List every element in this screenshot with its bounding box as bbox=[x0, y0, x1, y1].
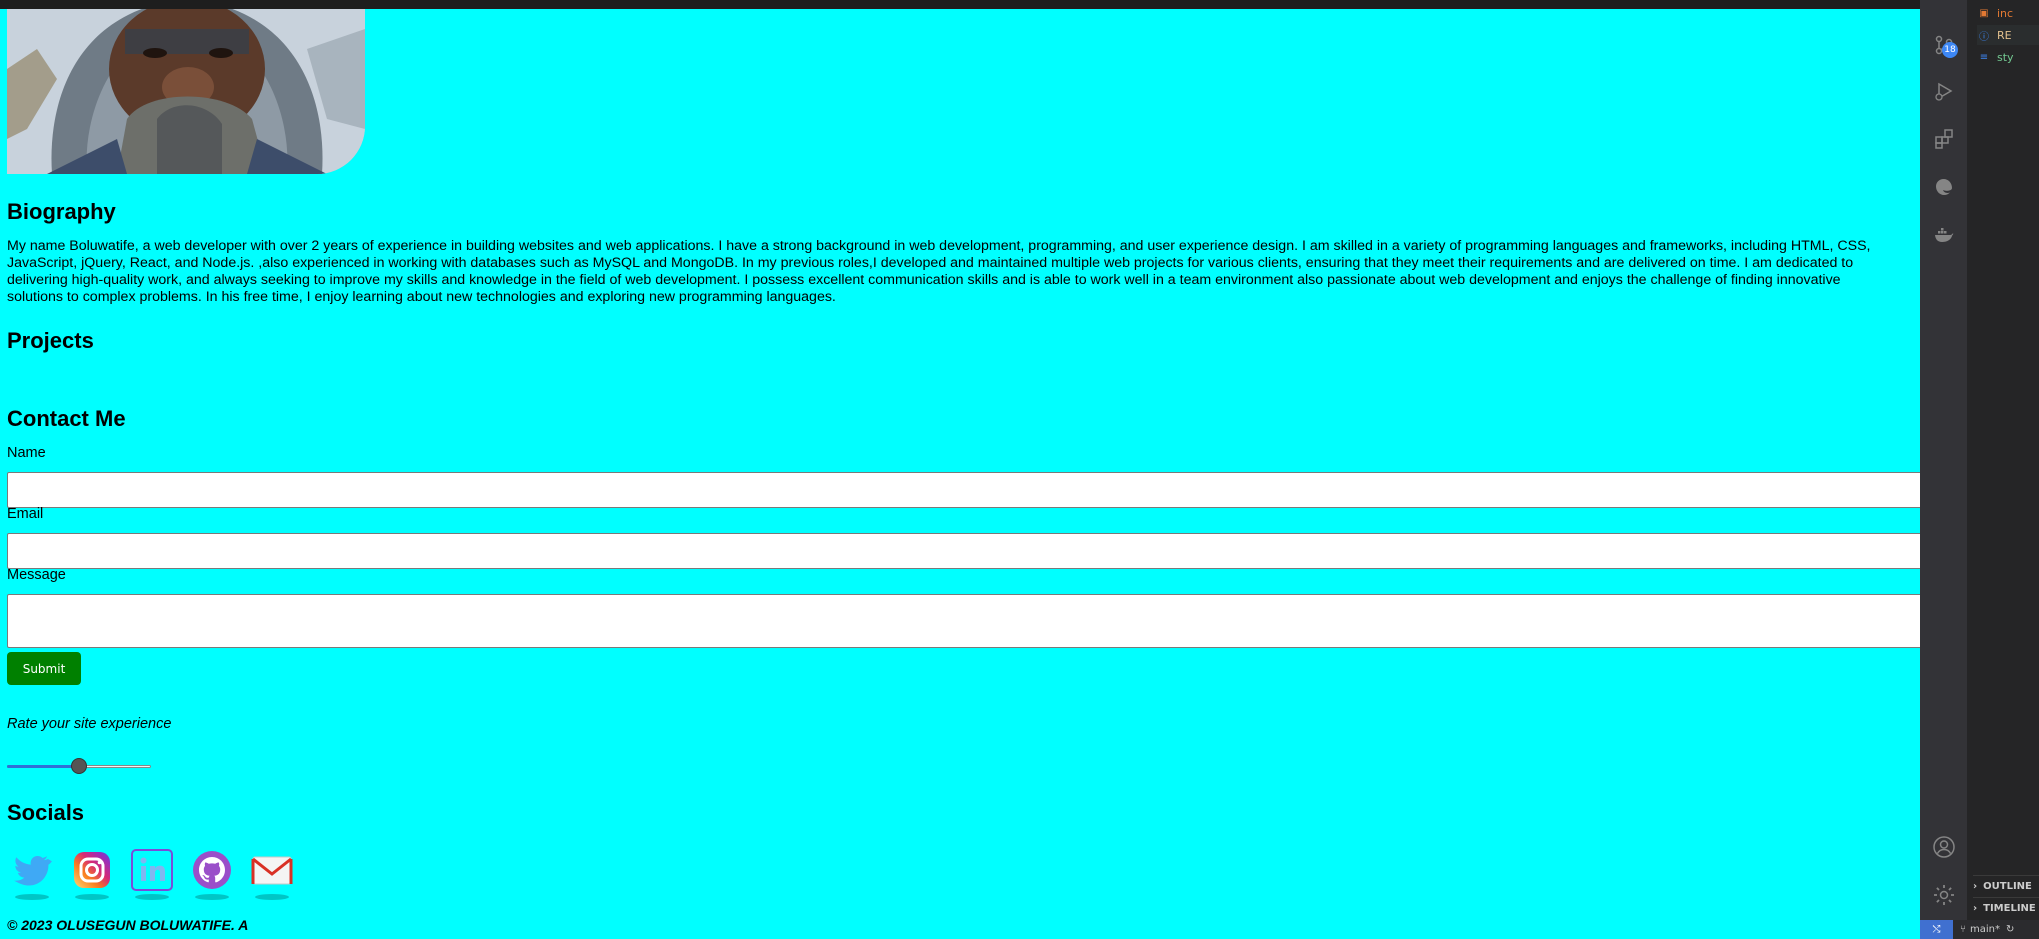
html-file-icon: ▣ bbox=[1979, 7, 1989, 19]
mail-shadow bbox=[255, 894, 289, 900]
email-input[interactable] bbox=[7, 533, 1932, 569]
outline-panel-header[interactable]: › OUTLINE bbox=[1973, 875, 2039, 896]
branch-indicator[interactable]: ⑂ main* ↻ bbox=[1960, 920, 2014, 939]
chevron-right-icon: › bbox=[1973, 902, 1978, 914]
linkedin-shadow bbox=[135, 894, 169, 900]
twitter-shadow bbox=[15, 894, 49, 900]
socials-heading: Socials bbox=[7, 800, 85, 825]
edge-icon bbox=[1936, 179, 1952, 195]
sync-icon: ↻ bbox=[2006, 924, 2015, 935]
message-label: Message bbox=[7, 567, 66, 583]
extensions-button[interactable] bbox=[1931, 126, 1957, 152]
email-label: Email bbox=[7, 506, 44, 522]
file-name: sty bbox=[1997, 50, 2014, 64]
file-name: RE bbox=[1997, 28, 2012, 42]
copyright-text: © 2023 OLUSEGUN BOLUWATIFE. A bbox=[7, 917, 249, 933]
remote-icon: ⤭ bbox=[1932, 924, 1941, 935]
accounts-button[interactable] bbox=[1931, 834, 1957, 860]
docker-icon bbox=[1935, 228, 1954, 242]
explorer-file-html[interactable]: ▣ inc bbox=[1977, 3, 2013, 23]
edge-tools-button[interactable] bbox=[1931, 174, 1957, 200]
slider-thumb[interactable] bbox=[71, 758, 87, 774]
profile-photo bbox=[7, 9, 365, 174]
twitter-link[interactable] bbox=[9, 847, 55, 893]
mail-link[interactable] bbox=[249, 847, 295, 893]
explorer-file-css[interactable]: ≡ sty bbox=[1977, 47, 2014, 67]
explorer-panel: ▣ inc ⓘ RE ≡ sty › OUTLINE › TIMELINE bbox=[1967, 0, 2039, 920]
linkedin-icon bbox=[131, 849, 173, 891]
github-shadow bbox=[195, 894, 229, 900]
info-file-icon: ⓘ bbox=[1979, 31, 1989, 43]
rating-label: Rate your site experience bbox=[7, 716, 172, 732]
gear-icon bbox=[1934, 885, 1954, 905]
extensions-icon bbox=[1935, 129, 1953, 149]
slider-fill bbox=[7, 765, 79, 768]
docker-button[interactable] bbox=[1931, 222, 1957, 248]
css-file-icon: ≡ bbox=[1979, 51, 1989, 63]
browser-top-strip bbox=[0, 0, 1920, 9]
name-input[interactable] bbox=[7, 472, 1932, 508]
source-control-badge: 18 bbox=[1942, 42, 1958, 58]
name-label: Name bbox=[7, 445, 46, 461]
submit-button[interactable]: Submit bbox=[7, 652, 81, 685]
account-icon bbox=[1933, 836, 1955, 858]
mail-icon bbox=[251, 856, 293, 885]
projects-heading: Projects bbox=[7, 328, 94, 353]
branch-name: main* bbox=[1970, 924, 2000, 935]
portfolio-page: Biography My name Boluwatife, a web deve… bbox=[0, 9, 1932, 939]
github-link[interactable] bbox=[189, 847, 235, 893]
instagram-shadow bbox=[75, 894, 109, 900]
status-bar: ⤭ ⑂ main* ↻ bbox=[1920, 920, 2039, 939]
branch-icon: ⑂ bbox=[1960, 924, 1966, 935]
rating-slider[interactable] bbox=[7, 758, 151, 776]
twitter-icon bbox=[13, 856, 52, 886]
timeline-panel-header[interactable]: › TIMELINE bbox=[1973, 897, 2039, 918]
vscode-window: 18 ▣ inc ⓘ RE ≡ sty › OUTLINE › TIMELINE… bbox=[1920, 0, 2039, 939]
biography-heading: Biography bbox=[7, 199, 116, 224]
linkedin-link[interactable] bbox=[129, 847, 175, 893]
outline-label: OUTLINE bbox=[1983, 880, 2032, 892]
instagram-icon bbox=[74, 852, 110, 888]
github-icon bbox=[193, 851, 231, 889]
message-textarea[interactable] bbox=[7, 594, 1932, 648]
chevron-right-icon: › bbox=[1973, 880, 1978, 892]
explorer-file-readme[interactable]: ⓘ RE bbox=[1977, 25, 2039, 45]
activity-bar: 18 bbox=[1920, 0, 1967, 920]
instagram-link[interactable] bbox=[69, 847, 115, 893]
timeline-label: TIMELINE bbox=[1983, 902, 2036, 914]
file-name: inc bbox=[1997, 6, 2014, 20]
run-debug-icon bbox=[1935, 82, 1953, 101]
remote-button[interactable]: ⤭ bbox=[1920, 920, 1953, 939]
contact-heading: Contact Me bbox=[7, 406, 126, 431]
manage-button[interactable] bbox=[1931, 882, 1957, 908]
run-debug-button[interactable] bbox=[1931, 78, 1957, 104]
biography-text: My name Boluwatife, a web developer with… bbox=[7, 238, 1871, 305]
